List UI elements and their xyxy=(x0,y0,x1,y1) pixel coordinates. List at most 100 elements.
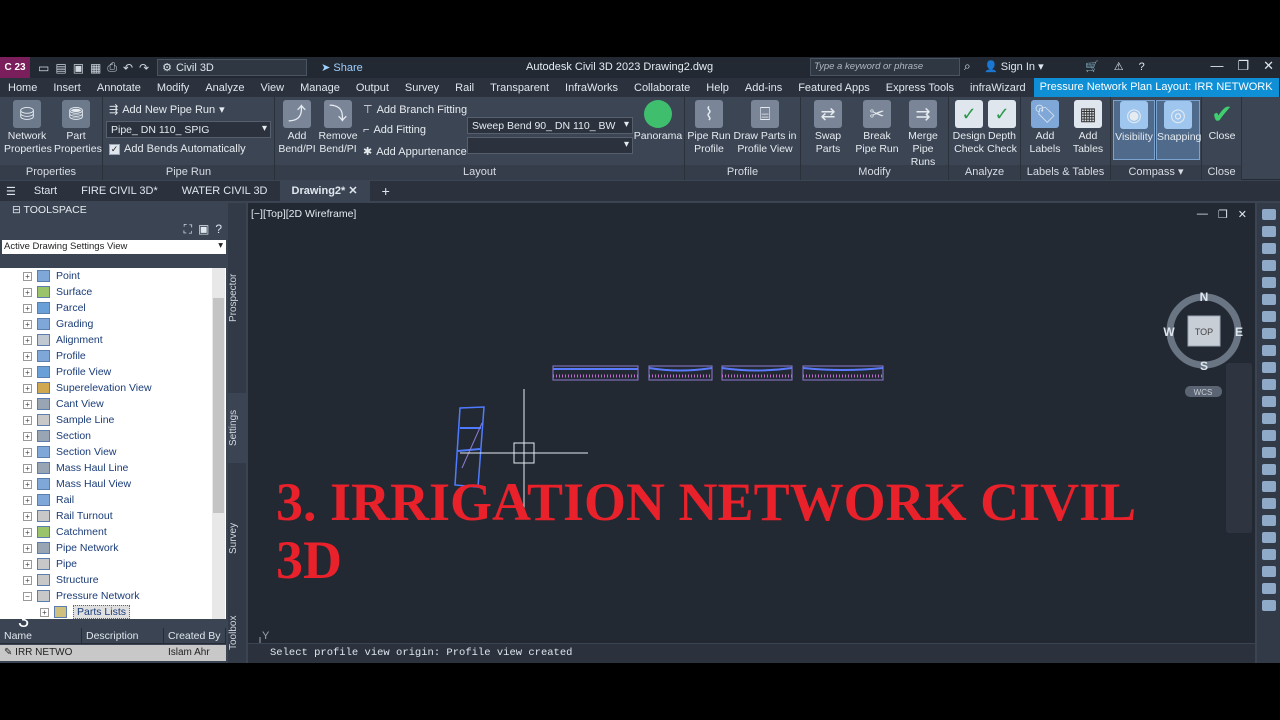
help-icon[interactable]: ? xyxy=(215,222,222,236)
expand-icon[interactable]: + xyxy=(23,287,32,297)
list-row[interactable]: ✎ IRR NETWO Islam Ahr xyxy=(0,645,226,661)
tab-survey[interactable]: Survey xyxy=(397,82,447,94)
expand-icon[interactable]: + xyxy=(23,543,32,553)
search-input[interactable]: Type a keyword or phrase xyxy=(810,58,960,76)
close-tool-button[interactable]: ✔ Close xyxy=(1204,100,1240,143)
minimize-icon[interactable]: — xyxy=(1210,58,1223,74)
expand-icon[interactable]: + xyxy=(23,495,32,505)
expand-icon[interactable]: + xyxy=(23,447,32,457)
tree-item[interactable]: + Catchment xyxy=(0,524,226,540)
tool-icon[interactable] xyxy=(1261,226,1276,237)
tool-icon[interactable] xyxy=(1261,277,1276,288)
tree-item[interactable]: + Profile View xyxy=(0,364,226,380)
open-icon[interactable]: ▤ xyxy=(55,61,66,75)
navigation-bar[interactable] xyxy=(1226,363,1252,533)
tool-icon[interactable] xyxy=(1261,464,1276,475)
tree-item[interactable]: + Mass Haul View xyxy=(0,476,226,492)
tree-item[interactable]: + Surface xyxy=(0,284,226,300)
tree-item-parts-lists[interactable]: + Parts Lists xyxy=(0,604,226,619)
tab-modify[interactable]: Modify xyxy=(149,82,197,94)
doc-tab-water[interactable]: WATER CIVIL 3D xyxy=(170,185,280,197)
fitting-select[interactable]: Sweep Bend 90_ DN 110_ BW xyxy=(467,117,633,134)
remove-bend-button[interactable]: ⤵ Remove Bend/PI xyxy=(317,100,359,156)
view-select[interactable]: Active Drawing Settings View xyxy=(2,240,226,254)
expand-icon[interactable]: + xyxy=(23,399,32,409)
close-tab-icon[interactable]: ✕ xyxy=(348,185,357,197)
tab-manage[interactable]: Manage xyxy=(292,82,348,94)
tool-icon[interactable] xyxy=(1261,209,1276,220)
side-tab-survey[interactable]: Survey xyxy=(228,503,246,573)
tab-analyze[interactable]: Analyze xyxy=(197,82,252,94)
tool-icon[interactable] xyxy=(1261,532,1276,543)
close-icon[interactable]: ✕ xyxy=(1263,58,1274,74)
expand-icon[interactable]: + xyxy=(23,415,32,425)
expand-icon[interactable]: + xyxy=(23,383,32,393)
tool-icon[interactable] xyxy=(1261,430,1276,441)
tab-infraworks[interactable]: InfraWorks xyxy=(557,82,626,94)
scroll-thumb[interactable] xyxy=(213,298,224,513)
tool-icon[interactable] xyxy=(1261,413,1276,424)
expand-icon[interactable]: + xyxy=(23,351,32,361)
add-branch-fitting-button[interactable]: ⊤ Add Branch Fitting xyxy=(363,103,467,117)
doc-tab-fire[interactable]: FIRE CIVIL 3D* xyxy=(69,185,170,197)
col-name[interactable]: Name xyxy=(0,628,82,643)
tab-infrawizard[interactable]: infraWizard xyxy=(962,82,1034,94)
tree-item[interactable]: + Point xyxy=(0,268,226,284)
tree-item[interactable]: + Rail Turnout xyxy=(0,508,226,524)
panel-icon[interactable]: ▣ xyxy=(198,222,209,236)
tool-icon[interactable] xyxy=(1261,549,1276,560)
appurtenance-select[interactable] xyxy=(467,137,633,154)
tab-collaborate[interactable]: Collaborate xyxy=(626,82,698,94)
add-tables-button[interactable]: ▦ Add Tables xyxy=(1067,100,1109,156)
workspace-select[interactable]: ⚙ Civil 3D xyxy=(157,59,308,76)
doc-tab-start[interactable]: Start xyxy=(22,185,69,197)
expand-icon[interactable]: + xyxy=(23,431,32,441)
tool-icon[interactable] xyxy=(1261,447,1276,458)
add-bends-checkbox[interactable]: ✓ Add Bends Automatically xyxy=(109,143,246,155)
restore-icon[interactable]: ❐ xyxy=(1237,58,1249,74)
tab-output[interactable]: Output xyxy=(348,82,397,94)
expand-icon[interactable]: + xyxy=(40,607,49,617)
tool-icon[interactable] xyxy=(1261,515,1276,526)
pipe-run-profile-button[interactable]: ⌇ Pipe Run Profile xyxy=(687,100,731,156)
plot-icon[interactable]: ⎙ xyxy=(107,60,117,75)
tool-icon[interactable] xyxy=(1261,498,1276,509)
part-properties-button[interactable]: ⛃ Part Properties xyxy=(54,100,102,156)
cart-icon[interactable]: 🛒 ⚠ ? xyxy=(1085,60,1151,73)
add-appurtenance-button[interactable]: ✱ Add Appurtenance xyxy=(363,145,467,159)
merge-pipe-runs-button[interactable]: ⇉ Merge Pipe Runs xyxy=(899,100,947,169)
tree-item[interactable]: + Alignment xyxy=(0,332,226,348)
snapping-button[interactable]: ◎ Snapping xyxy=(1156,100,1201,160)
tab-addins[interactable]: Add-ins xyxy=(737,82,790,94)
tree-item[interactable]: + Pipe xyxy=(0,556,226,572)
panorama-button[interactable]: Panorama xyxy=(633,100,683,143)
col-description[interactable]: Description xyxy=(82,628,164,643)
tool-icon[interactable] xyxy=(1261,362,1276,373)
redo-icon[interactable]: ↷ xyxy=(139,61,149,75)
swap-parts-button[interactable]: ⇄ Swap Parts xyxy=(803,100,853,156)
expand-icon[interactable]: + xyxy=(23,527,32,537)
tab-annotate[interactable]: Annotate xyxy=(89,82,149,94)
add-fitting-button[interactable]: ⌐ Add Fitting xyxy=(363,124,426,136)
tool-icon[interactable] xyxy=(1261,243,1276,254)
tab-rail[interactable]: Rail xyxy=(447,82,482,94)
expand-icon[interactable]: + xyxy=(23,319,32,329)
app-menu-button[interactable]: C 23 xyxy=(0,57,30,78)
tab-home[interactable]: Home xyxy=(0,82,45,94)
tree-item[interactable]: + Structure xyxy=(0,572,226,588)
depth-check-button[interactable]: ✓ Depth Check xyxy=(985,100,1019,156)
tool-icon[interactable] xyxy=(1261,600,1276,611)
tool-icon[interactable] xyxy=(1261,311,1276,322)
tool-icon[interactable] xyxy=(1261,396,1276,407)
expand-icon[interactable]: + xyxy=(23,463,32,473)
expand-icon[interactable]: + xyxy=(23,271,32,281)
expand-icon[interactable]: + xyxy=(23,479,32,489)
side-tab-toolbox[interactable]: Toolbox xyxy=(228,603,246,663)
expand-icon[interactable]: + xyxy=(23,511,32,521)
saveas-icon[interactable]: ▦ xyxy=(90,61,101,75)
design-check-button[interactable]: ✓ Design Check xyxy=(951,100,987,156)
add-bend-button[interactable]: ⤴ Add Bend/PI xyxy=(277,100,317,156)
tool-icon[interactable] xyxy=(1261,345,1276,356)
draw-parts-profile-button[interactable]: ⌸ Draw Parts in Profile View xyxy=(731,100,799,156)
menu-icon[interactable]: ☰ xyxy=(0,185,22,198)
